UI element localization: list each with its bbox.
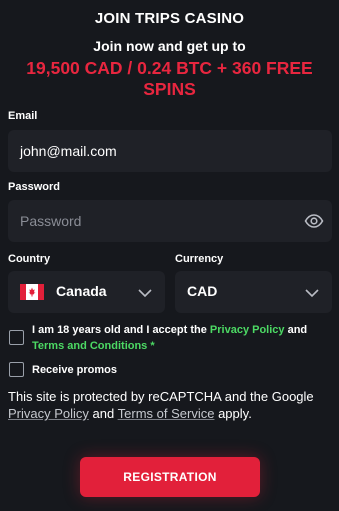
required-mark: * bbox=[150, 340, 155, 352]
currency-select[interactable]: CAD bbox=[175, 271, 332, 313]
promos-label: Receive promos bbox=[32, 364, 117, 376]
terms-and: and bbox=[287, 324, 308, 336]
chevron-down-icon bbox=[137, 286, 153, 298]
email-label: Email bbox=[8, 110, 38, 122]
chevron-down-icon bbox=[304, 286, 320, 298]
terms-checkbox[interactable] bbox=[9, 330, 24, 345]
country-value: Canada bbox=[56, 283, 107, 299]
terms-privacy-link[interactable]: Privacy Policy bbox=[210, 324, 285, 336]
recaptcha-privacy-link[interactable]: Privacy Policy bbox=[8, 406, 89, 421]
page-title: JOIN TRIPS CASINO bbox=[94, 10, 245, 27]
password-field[interactable]: Password bbox=[8, 200, 332, 242]
recaptcha-notice: This site is protected by reCAPTCHA and … bbox=[8, 388, 333, 422]
currency-value: CAD bbox=[187, 283, 218, 299]
email-value: john@mail.com bbox=[20, 143, 117, 159]
password-label: Password bbox=[8, 181, 60, 193]
promo-text: 19,500 CAD / 0.24 BTC + 360 FREE SPINS bbox=[0, 58, 339, 100]
promo-line-1: 19,500 CAD / 0.24 BTC + 360 FREE bbox=[26, 58, 313, 78]
email-field[interactable]: john@mail.com bbox=[8, 130, 332, 172]
terms-conditions-link[interactable]: Terms and Conditions bbox=[32, 340, 147, 352]
country-select[interactable]: Canada bbox=[8, 271, 165, 313]
recaptcha-and: and bbox=[92, 406, 115, 421]
recaptcha-text: This site is protected by reCAPTCHA and … bbox=[8, 389, 314, 404]
password-placeholder: Password bbox=[20, 213, 82, 229]
registration-button[interactable]: REGISTRATION bbox=[80, 457, 260, 497]
promos-checkbox[interactable] bbox=[9, 362, 24, 377]
page-subtitle: Join now and get up to bbox=[93, 38, 246, 54]
eye-icon[interactable] bbox=[304, 212, 324, 230]
recaptcha-terms-link[interactable]: Terms of Service bbox=[118, 406, 215, 421]
currency-label: Currency bbox=[175, 253, 224, 265]
terms-statement: I am 18 years old and I accept the bbox=[32, 324, 207, 336]
terms-text: I am 18 years old and I accept the Priva… bbox=[32, 322, 332, 354]
canada-flag-icon bbox=[20, 284, 44, 300]
promo-line-2: SPINS bbox=[143, 79, 196, 99]
recaptcha-apply: apply. bbox=[218, 406, 252, 421]
country-label: Country bbox=[8, 253, 51, 265]
